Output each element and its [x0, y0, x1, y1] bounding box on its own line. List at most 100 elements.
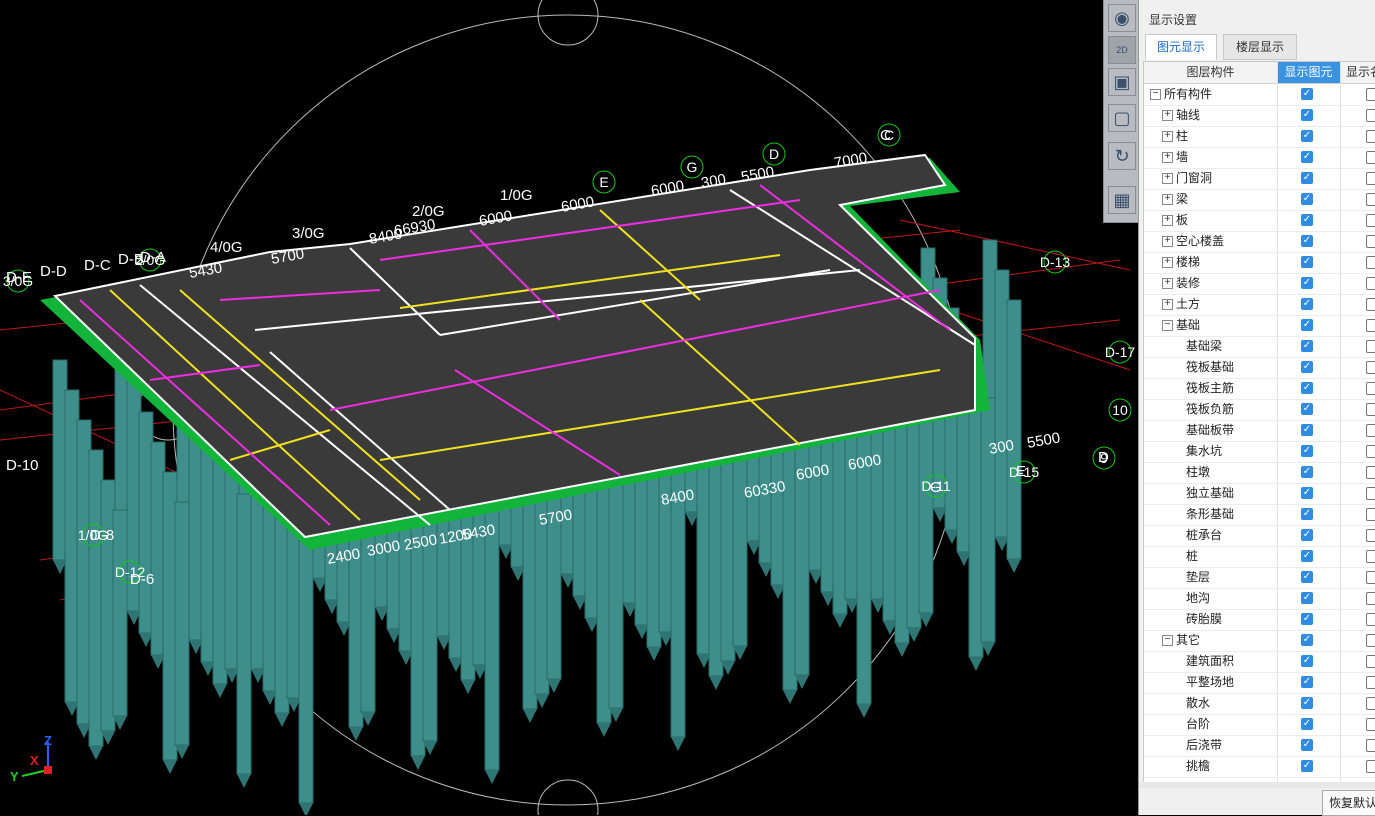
show-name-checkbox[interactable] [1366, 130, 1375, 143]
show-name-checkbox[interactable] [1366, 634, 1375, 647]
tree-row[interactable]: 基础梁 ✓ [1144, 336, 1375, 358]
show-name-checkbox[interactable] [1366, 172, 1375, 185]
show-element-checkbox[interactable]: ✓ [1301, 718, 1313, 730]
show-element-checkbox[interactable]: ✓ [1301, 235, 1313, 247]
tree-row[interactable]: 建筑面积 ✓ [1144, 651, 1375, 673]
show-element-checkbox[interactable]: ✓ [1301, 445, 1313, 457]
show-element-checkbox[interactable]: ✓ [1301, 655, 1313, 667]
tree-row[interactable]: 挑檐 ✓ [1144, 756, 1375, 778]
collapse-icon[interactable]: − [1162, 320, 1173, 331]
collapse-icon[interactable]: − [1162, 635, 1173, 646]
tree-row[interactable]: + 梁 ✓ [1144, 189, 1375, 211]
show-element-checkbox[interactable]: ✓ [1301, 760, 1313, 772]
show-element-checkbox[interactable]: ✓ [1301, 571, 1313, 583]
show-name-checkbox[interactable] [1366, 277, 1375, 290]
show-name-checkbox[interactable] [1366, 382, 1375, 395]
expand-icon[interactable]: + [1162, 110, 1173, 121]
show-element-checkbox[interactable]: ✓ [1301, 529, 1313, 541]
expand-icon[interactable]: + [1162, 299, 1173, 310]
show-name-checkbox[interactable] [1366, 718, 1375, 731]
show-element-checkbox[interactable]: ✓ [1301, 466, 1313, 478]
column-header-show-name[interactable]: 显示名 [1340, 62, 1375, 83]
show-name-checkbox[interactable] [1366, 697, 1375, 710]
rotate-icon[interactable]: ↻ [1108, 142, 1136, 170]
tree-row[interactable]: 垫层 ✓ [1144, 567, 1375, 589]
show-element-checkbox[interactable]: ✓ [1301, 361, 1313, 373]
collapse-icon[interactable]: − [1150, 89, 1161, 100]
horizontal-scrollbar[interactable] [1139, 782, 1375, 788]
show-element-checkbox[interactable]: ✓ [1301, 193, 1313, 205]
show-element-checkbox[interactable]: ✓ [1301, 382, 1313, 394]
show-element-checkbox[interactable]: ✓ [1301, 109, 1313, 121]
show-element-checkbox[interactable]: ✓ [1301, 340, 1313, 352]
show-element-checkbox[interactable]: ✓ [1301, 277, 1313, 289]
show-element-checkbox[interactable]: ✓ [1301, 151, 1313, 163]
expand-icon[interactable]: + [1162, 131, 1173, 142]
3d-viewport[interactable]: C D E G D-13 D-17 10 9 D-15 D-11 D-12 1/0G 2/0G 3/0G 5… [0, 0, 1138, 815]
view-2d-icon[interactable]: 2D [1108, 36, 1136, 64]
show-name-checkbox[interactable] [1366, 403, 1375, 416]
show-element-checkbox[interactable]: ✓ [1301, 88, 1313, 100]
show-element-checkbox[interactable]: ✓ [1301, 739, 1313, 751]
tree-row[interactable]: + 板 ✓ [1144, 210, 1375, 232]
show-element-checkbox[interactable]: ✓ [1301, 319, 1313, 331]
tree-row[interactable]: + 轴线 ✓ [1144, 105, 1375, 127]
show-name-checkbox[interactable] [1366, 319, 1375, 332]
show-element-checkbox[interactable]: ✓ [1301, 508, 1313, 520]
tree-row[interactable]: + 墙 ✓ [1144, 147, 1375, 169]
tree-row[interactable]: 散水 ✓ [1144, 693, 1375, 715]
expand-icon[interactable]: + [1162, 152, 1173, 163]
tree-row[interactable]: − 基础 ✓ [1144, 315, 1375, 337]
tree-row[interactable]: 筏板主筋 ✓ [1144, 378, 1375, 400]
orbit-icon[interactable]: ◉ [1108, 4, 1136, 32]
show-name-checkbox[interactable] [1366, 487, 1375, 500]
show-name-checkbox[interactable] [1366, 88, 1375, 101]
show-name-checkbox[interactable] [1366, 298, 1375, 311]
tree-row[interactable]: 独立基础 ✓ [1144, 483, 1375, 505]
show-name-checkbox[interactable] [1366, 550, 1375, 563]
tree-row[interactable]: 台阶 ✓ [1144, 714, 1375, 736]
show-name-checkbox[interactable] [1366, 739, 1375, 752]
tree-row[interactable]: 砖胎膜 ✓ [1144, 609, 1375, 631]
show-name-checkbox[interactable] [1366, 361, 1375, 374]
tree-row[interactable]: − 所有构件 ✓ [1144, 84, 1375, 106]
column-header-show-element[interactable]: 显示图元 [1277, 62, 1341, 83]
expand-icon[interactable]: + [1162, 236, 1173, 247]
show-name-checkbox[interactable] [1366, 340, 1375, 353]
tab-element-display[interactable]: 图元显示 [1145, 34, 1217, 60]
show-name-checkbox[interactable] [1366, 214, 1375, 227]
show-name-checkbox[interactable] [1366, 613, 1375, 626]
tree-row[interactable]: + 门窗洞 ✓ [1144, 168, 1375, 190]
tree-row[interactable]: + 楼梯 ✓ [1144, 252, 1375, 274]
show-name-checkbox[interactable] [1366, 760, 1375, 773]
show-element-checkbox[interactable]: ✓ [1301, 634, 1313, 646]
display-settings-icon[interactable]: ▦ [1108, 186, 1136, 214]
box-view-icon[interactable]: ▢ [1108, 104, 1136, 132]
show-name-checkbox[interactable] [1366, 151, 1375, 164]
show-name-checkbox[interactable] [1366, 508, 1375, 521]
show-name-checkbox[interactable] [1366, 529, 1375, 542]
tree-row[interactable]: 桩 ✓ [1144, 546, 1375, 568]
show-element-checkbox[interactable]: ✓ [1301, 550, 1313, 562]
show-element-checkbox[interactable]: ✓ [1301, 298, 1313, 310]
show-name-checkbox[interactable] [1366, 424, 1375, 437]
show-name-checkbox[interactable] [1366, 571, 1375, 584]
expand-icon[interactable]: + [1162, 173, 1173, 184]
column-header-component[interactable]: 图层构件 [1144, 62, 1278, 83]
tree-row[interactable]: 平整场地 ✓ [1144, 672, 1375, 694]
show-element-checkbox[interactable]: ✓ [1301, 172, 1313, 184]
show-name-checkbox[interactable] [1366, 235, 1375, 248]
show-element-checkbox[interactable]: ✓ [1301, 256, 1313, 268]
tree-row[interactable]: + 空心楼盖 ✓ [1144, 231, 1375, 253]
expand-icon[interactable]: + [1162, 257, 1173, 268]
tree-row[interactable]: + 土方 ✓ [1144, 294, 1375, 316]
tree-row[interactable]: 桩承台 ✓ [1144, 525, 1375, 547]
model-scene[interactable]: CDEGD-13D-17109D-15D-11D-121/0G2/0G3/0G 5… [0, 0, 1138, 815]
show-name-checkbox[interactable] [1366, 466, 1375, 479]
expand-icon[interactable]: + [1162, 194, 1173, 205]
show-element-checkbox[interactable]: ✓ [1301, 403, 1313, 415]
tab-floor-display[interactable]: 楼层显示 [1223, 34, 1297, 60]
show-name-checkbox[interactable] [1366, 592, 1375, 605]
show-name-checkbox[interactable] [1366, 193, 1375, 206]
tree-row[interactable]: 地沟 ✓ [1144, 588, 1375, 610]
